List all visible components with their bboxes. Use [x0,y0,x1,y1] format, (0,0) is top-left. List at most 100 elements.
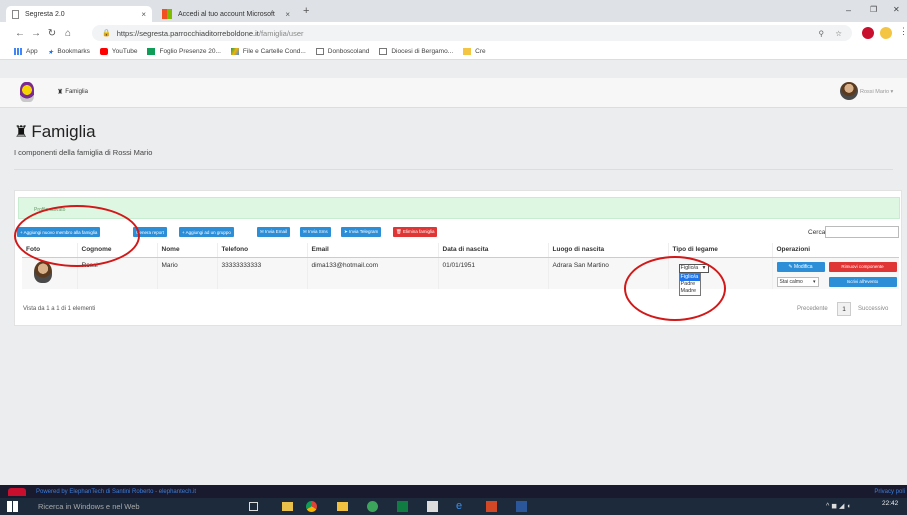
send-email-button[interactable]: ✉ Invia Email [257,227,291,237]
privacy-link[interactable]: Privacy poli [874,489,905,495]
word-icon[interactable] [516,501,527,512]
file-manager-icon[interactable] [337,502,348,511]
app-navbar: ♜ Famiglia Rossi Mario ▾ [0,78,907,108]
bookmark-app[interactable]: App [14,48,38,55]
bookmark-label: File e Cartelle Cond... [242,48,306,55]
tab-title: Segresta 2.0 [25,10,65,18]
clock[interactable]: 22:42 [882,500,898,507]
system-tray[interactable]: ^ ◼ ◢ ◖ [826,502,851,510]
home-icon[interactable]: ⌂ [60,28,76,39]
app-icon[interactable] [367,501,378,512]
chrome-icon[interactable] [306,501,317,512]
footer-text[interactable]: Powered by ElephanTech di Santini Robert… [36,489,196,495]
reload-icon[interactable]: ↻ [44,28,60,39]
divider [14,169,893,170]
minimize-button[interactable]: – [846,5,851,15]
close-tab-icon[interactable]: × [141,10,146,19]
parish-logo[interactable] [20,82,34,102]
remove-member-button[interactable]: Rimuovi componente [828,261,897,272]
chevron-down-icon: ▾ [812,278,816,285]
bookmark-drive[interactable]: File e Cartelle Cond... [230,48,306,55]
bookmark-bookmarks[interactable]: ★ Bookmarks [48,48,90,56]
enroll-event-button[interactable]: Iscrivi all'evento [828,276,897,287]
column-header-luogo-nascita[interactable]: Luogo di nascita [547,243,668,258]
column-header-tipo-legame[interactable]: Tipo di legame [667,243,772,258]
browser-tab-microsoft[interactable]: Accedi al tuo account Microsoft × [156,6,296,22]
annotation-circle [624,256,726,321]
pagination-prev[interactable]: Precedente [797,306,828,312]
taskbar-search[interactable]: Ricerca in Windows e nel Web [38,502,140,511]
avatar[interactable] [840,82,858,100]
windows-start-icon[interactable] [7,501,18,512]
browser-tab-strip: Segresta 2.0 × Accedi al tuo account Mic… [0,0,907,22]
close-window-button[interactable]: ✕ [893,5,900,14]
pagination-next[interactable]: Successivo [858,306,888,312]
browser-toolbar: ← → ↻ ⌂ 🔒 https://segresta.parrocchiadit… [0,22,907,44]
column-header-operazioni: Operazioni [771,243,899,258]
bookmark-label: Bookmarks [57,48,90,55]
browser-tab-segresta[interactable]: Segresta 2.0 × [6,6,152,22]
task-view-icon[interactable] [249,502,258,511]
pagination-page[interactable]: 1 [837,302,851,316]
column-header-telefono[interactable]: Telefono [216,243,307,258]
column-header-data-nascita[interactable]: Data di nascita [437,243,548,258]
back-icon[interactable]: ← [12,28,28,39]
folder-icon [463,48,472,55]
table-header-row: Foto Cognome Nome Telefono Email Data di… [22,243,899,258]
zoom-icon[interactable]: ⚲ [819,29,825,38]
store-icon[interactable] [427,501,438,512]
elephantech-logo [8,487,26,496]
family-icon: ♜ [57,89,64,96]
drive-icon [230,48,239,55]
family-icon: ♜ [14,124,29,141]
family-table: Foto Cognome Nome Telefono Email Data di… [22,243,899,296]
publisher-icon[interactable] [397,501,408,512]
bookmarks-bar: App ★ Bookmarks YouTube Foglio Presenze 2… [0,44,907,60]
nav-item-famiglia[interactable]: ♜ Famiglia [57,88,88,96]
page-title: Famiglia [31,122,96,141]
powerpoint-icon[interactable] [486,501,497,512]
apps-grid-icon [14,48,22,55]
star-icon[interactable]: ☆ [835,29,842,38]
search-input[interactable] [825,226,899,238]
bookmark-youtube[interactable]: YouTube [99,48,137,55]
bookmark-cre[interactable]: Cre [463,48,486,55]
forward-icon[interactable]: → [28,28,44,39]
page-subtitle: I componenti della famiglia di Rossi Mar… [14,148,153,157]
bookmark-donboscoland[interactable]: Donboscoland [315,48,370,55]
profile-icon[interactable] [880,27,892,39]
annotation-circle [14,205,140,267]
sheets-icon [147,48,156,55]
column-header-nome[interactable]: Nome [156,243,217,258]
nav-label: Famiglia [65,89,88,95]
tab-title: Accedi al tuo account Microsoft [178,10,275,18]
send-telegram-button[interactable]: ➤ Invia Telegram [341,227,382,237]
windows-taskbar: Ricerca in Windows e nel Web e ^ ◼ ◢ ◖ 2… [0,498,907,515]
bookmark-diocesi[interactable]: Diocesi di Bergamo... [379,48,453,55]
explorer-icon[interactable] [282,502,293,511]
send-sms-button[interactable]: ✉ Invia Sms [300,227,331,237]
address-bar[interactable]: 🔒 https://segresta.parrocchiaditorrebold… [92,25,852,41]
success-alert: Profilo salvato [18,197,900,219]
status-value: Stai calmo [779,278,803,285]
bookmark-label: Donboscoland [327,48,370,55]
page-icon [315,48,324,55]
microsoft-icon [162,9,172,19]
delete-family-button[interactable]: 🗑 Elimina famiglia [393,227,438,237]
youtube-icon [99,48,108,55]
maximize-button[interactable]: ❐ [870,5,877,14]
add-group-button[interactable]: + Aggiungi ad un gruppo [179,227,234,237]
extension-icon[interactable] [862,27,874,39]
email-cell: dima133@hotmail.com [306,257,438,289]
user-menu[interactable]: Rossi Mario ▾ [860,89,893,95]
new-tab-button[interactable]: + [303,5,309,17]
bookmark-foglio[interactable]: Foglio Presenze 20... [147,48,221,55]
status-select[interactable]: Stai calmo ▾ [776,276,819,287]
menu-icon[interactable]: ⋮ [899,26,907,37]
bookmark-label: Diocesi di Bergamo... [391,48,454,55]
close-tab-icon[interactable]: × [285,10,290,19]
page-icon [379,48,388,55]
column-header-email[interactable]: Email [306,243,438,258]
edge-icon[interactable]: e [456,500,462,512]
edit-button[interactable]: ✎ Modifica [776,261,825,272]
